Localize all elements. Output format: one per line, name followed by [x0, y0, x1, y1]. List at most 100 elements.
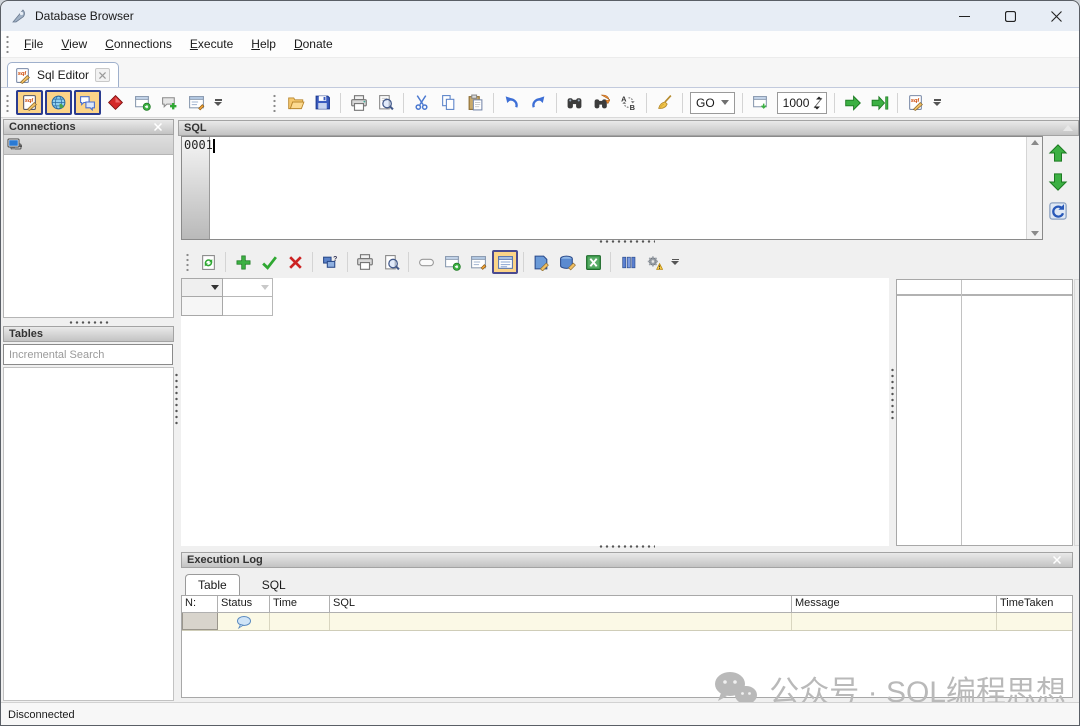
- grid-view-button[interactable]: [492, 250, 518, 274]
- toolbar-grip[interactable]: [273, 94, 277, 112]
- copy-records-button[interactable]: ?: [318, 250, 342, 274]
- execute-button[interactable]: [840, 90, 865, 115]
- commit-button[interactable]: [257, 250, 281, 274]
- toolbar-grip[interactable]: [186, 253, 190, 271]
- log-tab-sql[interactable]: SQL: [254, 575, 294, 595]
- detail-grid[interactable]: [896, 279, 1073, 546]
- print-button[interactable]: [353, 250, 377, 274]
- save-button[interactable]: [310, 90, 335, 115]
- grid-column-header[interactable]: [223, 278, 273, 297]
- rows-window-button[interactable]: [748, 90, 773, 115]
- copy-button[interactable]: [436, 90, 461, 115]
- left-panel-splitter[interactable]: [3, 318, 174, 326]
- sql-script-button[interactable]: sql: [903, 90, 928, 115]
- sql-grid-splitter[interactable]: [599, 239, 655, 244]
- grid-column-header[interactable]: [181, 278, 223, 297]
- collapse-panel-icon[interactable]: [1063, 125, 1073, 131]
- add-row-button[interactable]: [231, 250, 255, 274]
- tables-incremental-search-input[interactable]: [3, 344, 173, 365]
- sql-editor-scrollbar[interactable]: [1026, 137, 1042, 239]
- blob-view-button[interactable]: [414, 250, 438, 274]
- grid-cell[interactable]: [223, 297, 273, 316]
- sql-text-area[interactable]: [210, 137, 1026, 239]
- log-status-cell[interactable]: [218, 613, 270, 630]
- minimize-button[interactable]: [941, 1, 987, 31]
- new-window-button[interactable]: [130, 90, 155, 115]
- sql-editor[interactable]: 0001: [181, 136, 1043, 240]
- scroll-up-icon[interactable]: [1031, 140, 1039, 145]
- log-column-status[interactable]: Status: [218, 596, 270, 612]
- print-button[interactable]: [346, 90, 371, 115]
- breakpoint-button[interactable]: [103, 90, 128, 115]
- reload-button[interactable]: [1047, 200, 1069, 222]
- connections-list[interactable]: [3, 155, 174, 318]
- find-button[interactable]: [562, 90, 587, 115]
- columns-button[interactable]: [616, 250, 640, 274]
- delete-row-button[interactable]: [283, 250, 307, 274]
- log-column-time[interactable]: Time: [270, 596, 330, 612]
- menu-execute[interactable]: Execute: [182, 34, 241, 54]
- refresh-button[interactable]: [196, 250, 220, 274]
- batch-separator-combobox[interactable]: GO: [690, 92, 735, 114]
- menu-view[interactable]: View: [53, 34, 95, 54]
- add-comment-button[interactable]: [157, 90, 182, 115]
- log-timetaken-cell[interactable]: [997, 613, 1072, 630]
- grid-panel-splitter[interactable]: [890, 368, 895, 422]
- tab-sql-editor[interactable]: sql Sql Editor: [7, 62, 119, 87]
- toolbar-overflow-button[interactable]: [933, 99, 941, 106]
- close-button[interactable]: [1033, 1, 1079, 31]
- menu-help[interactable]: Help: [243, 34, 284, 54]
- log-time-cell[interactable]: [270, 613, 330, 630]
- execution-log-close-button[interactable]: [1053, 556, 1067, 564]
- form-view-button[interactable]: [466, 250, 490, 274]
- connections-close-button[interactable]: [154, 123, 168, 131]
- sql-editor-toggle-button[interactable]: sql: [16, 90, 43, 115]
- move-up-button[interactable]: [1047, 142, 1069, 164]
- menu-donate[interactable]: Donate: [286, 34, 341, 54]
- settings-warning-button[interactable]: [642, 250, 666, 274]
- menu-connections[interactable]: Connections: [97, 34, 180, 54]
- redo-button[interactable]: [526, 90, 551, 115]
- execute-all-button[interactable]: [867, 90, 892, 115]
- tab-close-button[interactable]: [95, 68, 110, 82]
- menu-file[interactable]: File: [16, 34, 51, 54]
- result-grid[interactable]: [181, 278, 889, 546]
- log-column-message[interactable]: Message: [792, 596, 997, 612]
- cut-button[interactable]: [409, 90, 434, 115]
- log-message-cell[interactable]: [792, 613, 997, 630]
- export-excel-button[interactable]: [581, 250, 605, 274]
- log-table-row[interactable]: [182, 613, 1072, 631]
- browser-toggle-button[interactable]: [45, 90, 72, 115]
- log-row-header-cell[interactable]: [182, 613, 218, 630]
- paste-button[interactable]: [463, 90, 488, 115]
- replace-button[interactable]: AB: [616, 90, 641, 115]
- toolbar-grip[interactable]: [6, 94, 10, 112]
- grid-cell[interactable]: [181, 297, 223, 316]
- detail-grid-header[interactable]: [897, 280, 1072, 296]
- fill-button[interactable]: [555, 250, 579, 274]
- log-column-sql[interactable]: SQL: [330, 596, 792, 612]
- edit-data-button[interactable]: [529, 250, 553, 274]
- clean-button[interactable]: [652, 90, 677, 115]
- log-sql-cell[interactable]: [330, 613, 792, 630]
- maximize-button[interactable]: [987, 1, 1033, 31]
- undo-button[interactable]: [499, 90, 524, 115]
- grid-log-splitter[interactable]: [599, 544, 655, 549]
- find-next-button[interactable]: [589, 90, 614, 115]
- left-panel-resize-splitter[interactable]: [174, 373, 179, 427]
- move-down-button[interactable]: [1047, 171, 1069, 193]
- tables-list[interactable]: [3, 367, 174, 701]
- open-button[interactable]: [283, 90, 308, 115]
- toolbar-overflow-button[interactable]: [214, 99, 222, 106]
- max-rows-spinner[interactable]: 1000: [777, 92, 828, 114]
- print-preview-button[interactable]: [379, 250, 403, 274]
- print-preview-button[interactable]: [373, 90, 398, 115]
- log-tab-table[interactable]: Table: [185, 574, 240, 595]
- scroll-down-icon[interactable]: [1031, 231, 1039, 236]
- filter-arrow-icon[interactable]: [211, 285, 219, 290]
- log-column-n[interactable]: N:: [182, 596, 218, 612]
- detail-grid-scrollbar[interactable]: [1074, 279, 1080, 546]
- filter-arrow-icon[interactable]: [261, 285, 269, 290]
- connection-item[interactable]: [3, 135, 174, 155]
- new-window-button[interactable]: [440, 250, 464, 274]
